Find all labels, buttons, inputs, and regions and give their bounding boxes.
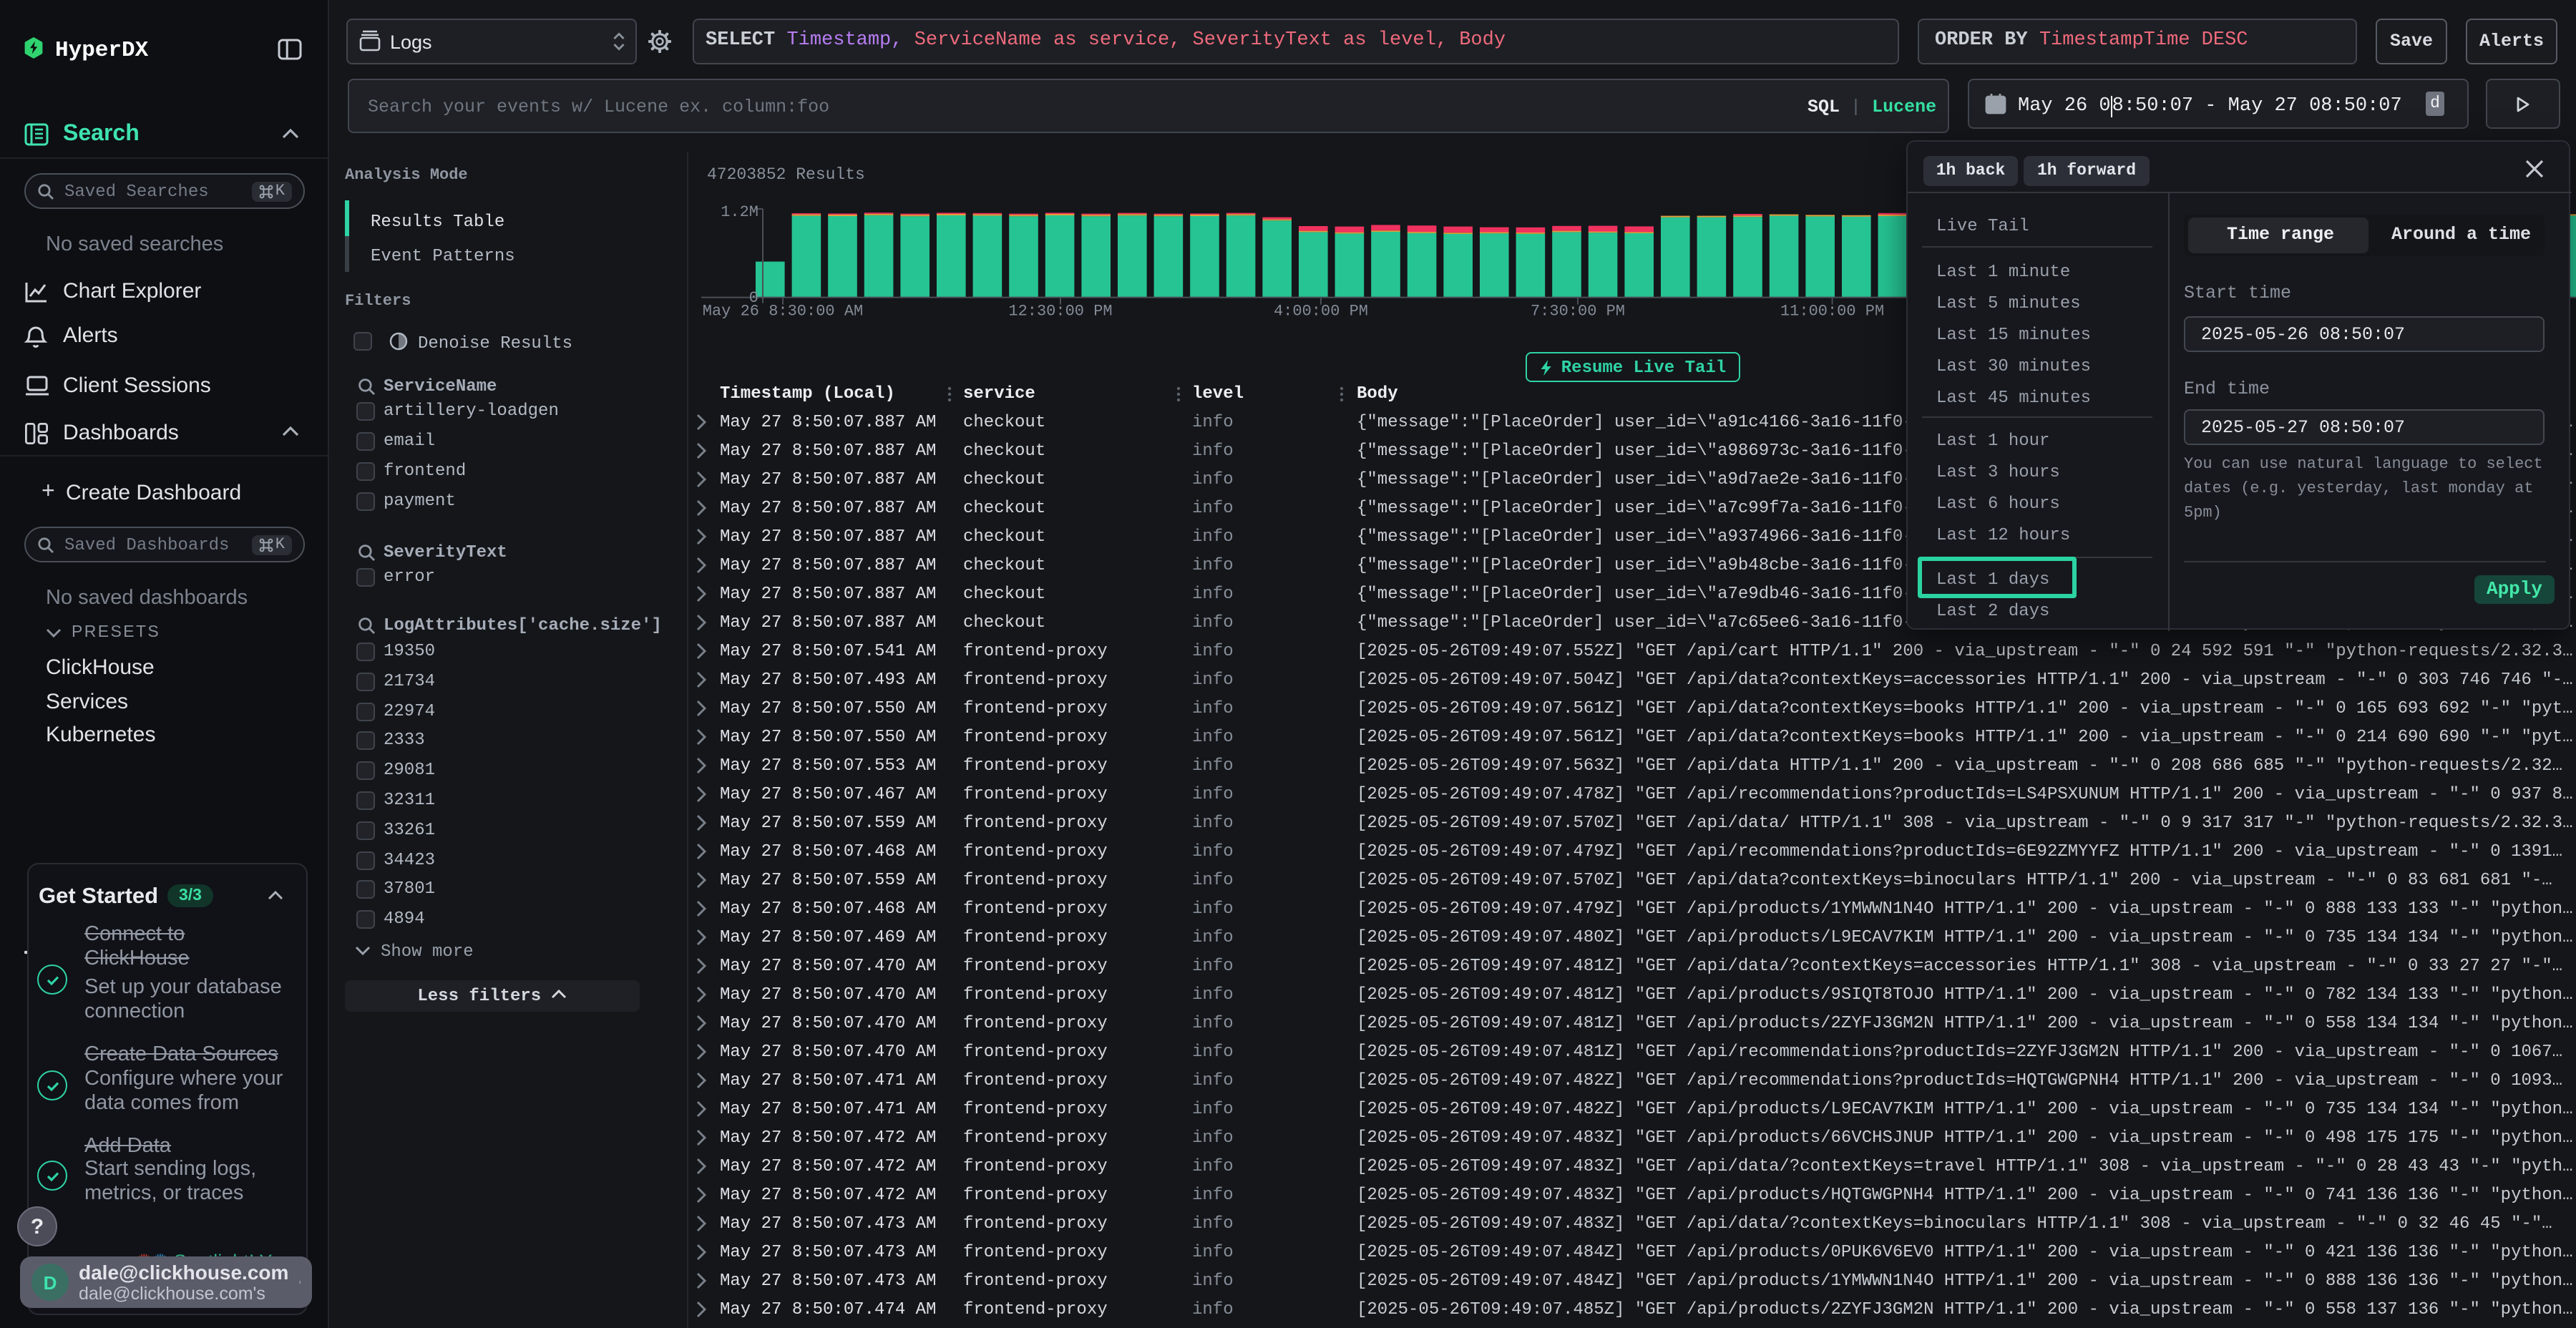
svg-text:11:00:00 PM: 11:00:00 PM (1780, 302, 1884, 320)
svg-text:1.2M: 1.2M (721, 203, 758, 221)
svg-text:0: 0 (749, 289, 758, 307)
svg-text:12:30:00 PM: 12:30:00 PM (1008, 302, 1112, 320)
svg-text:7:30:00 PM: 7:30:00 PM (1531, 302, 1625, 320)
svg-text:4:00:00 PM: 4:00:00 PM (1274, 302, 1368, 320)
svg-text:May 26 8:30:00 AM: May 26 8:30:00 AM (703, 302, 863, 320)
